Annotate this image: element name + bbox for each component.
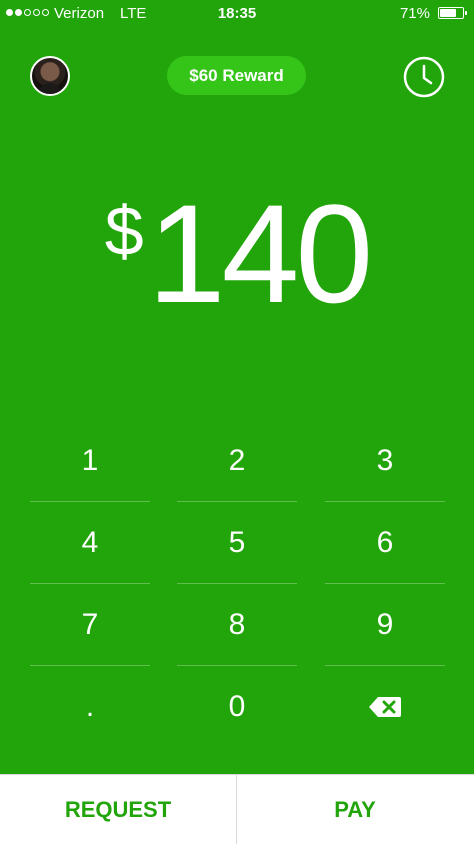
pay-button[interactable]: PAY — [237, 775, 473, 844]
key-backspace[interactable] — [325, 666, 445, 748]
reward-button[interactable]: $60 Reward — [167, 56, 306, 95]
activity-history-button[interactable] — [403, 56, 445, 98]
key-0[interactable]: 0 — [177, 666, 297, 748]
status-bar: Verizon LTE 18:35 71% — [0, 0, 474, 26]
request-button[interactable]: REQUEST — [0, 775, 236, 844]
main-screen: Verizon LTE 18:35 71% $60 Reward $ 140 1… — [0, 0, 474, 774]
keypad-row: 4 5 6 — [0, 502, 474, 584]
key-5[interactable]: 5 — [177, 502, 297, 584]
key-1[interactable]: 1 — [30, 420, 150, 502]
action-bar: REQUEST PAY — [0, 774, 474, 844]
key-3[interactable]: 3 — [325, 420, 445, 502]
keypad-row: 1 2 3 — [0, 420, 474, 502]
avatar-image — [38, 83, 62, 94]
key-9[interactable]: 9 — [325, 584, 445, 666]
battery-icon — [438, 7, 467, 19]
key-decimal[interactable]: . — [30, 666, 150, 748]
amount-display: $ 140 — [0, 184, 474, 324]
clock-icon — [403, 56, 445, 98]
key-7[interactable]: 7 — [30, 584, 150, 666]
battery-fill — [440, 9, 456, 17]
amount-value: 140 — [147, 175, 374, 332]
keypad-row: 7 8 9 — [0, 584, 474, 666]
key-8[interactable]: 8 — [177, 584, 297, 666]
key-4[interactable]: 4 — [30, 502, 150, 584]
key-2[interactable]: 2 — [177, 420, 297, 502]
backspace-icon — [369, 697, 401, 717]
keypad-row: . 0 — [0, 666, 474, 748]
currency-symbol: $ — [104, 192, 144, 270]
profile-avatar-button[interactable] — [30, 56, 70, 96]
key-6[interactable]: 6 — [325, 502, 445, 584]
battery-percentage: 71% — [399, 5, 430, 22]
